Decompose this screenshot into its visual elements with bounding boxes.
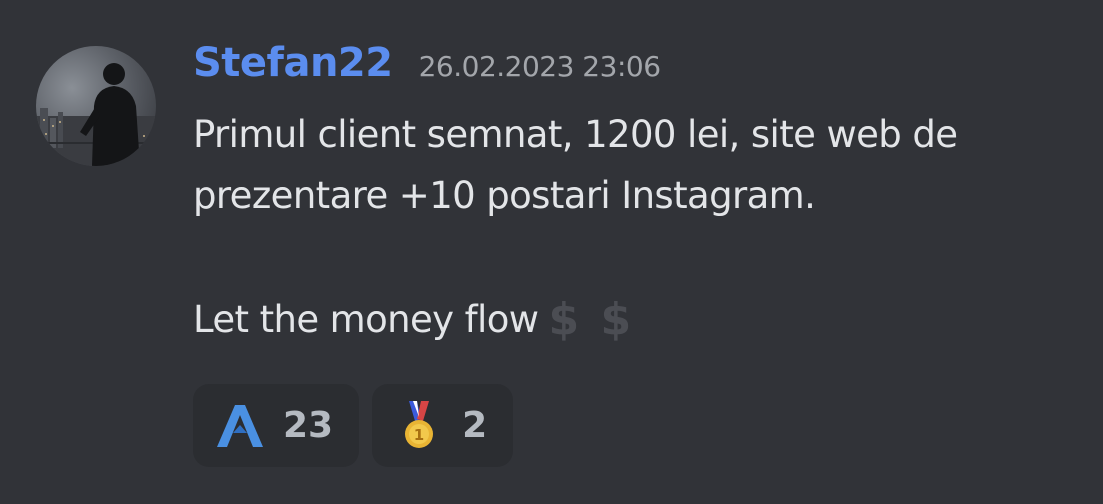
reaction-a-logo[interactable]: 23 — [193, 384, 360, 467]
message-timestamp[interactable]: 26.02.2023 23:06 — [419, 50, 661, 83]
message-line: Let the money flow — [193, 298, 539, 341]
reactions-bar: 23 1 2 — [193, 384, 514, 467]
message-line: prezentare +10 postari Instagram. — [193, 174, 816, 217]
message-content: Primul client semnat, 1200 lei, site web… — [193, 104, 1073, 350]
user-avatar[interactable] — [36, 46, 156, 166]
message-header: Stefan22 26.02.2023 23:06 — [193, 40, 661, 96]
medal-icon: 1 — [394, 400, 444, 451]
svg-text:1: 1 — [414, 426, 424, 444]
author-name[interactable]: Stefan22 — [193, 40, 393, 86]
avatar-image — [36, 63, 156, 166]
reaction-medal[interactable]: 1 2 — [372, 384, 514, 467]
dollar-emoji-icon: $ — [600, 294, 631, 345]
message-line: Primul client semnat, 1200 lei, site web… — [193, 113, 958, 156]
chat-message: Stefan22 26.02.2023 23:06 Primul client … — [0, 0, 1103, 504]
reaction-count: 2 — [462, 405, 488, 446]
a-logo-icon — [215, 401, 265, 451]
dollar-emoji-icon: $ — [548, 294, 579, 345]
message-line-last: Let the money flow $ $ — [193, 287, 1073, 350]
reaction-count: 23 — [283, 405, 334, 446]
